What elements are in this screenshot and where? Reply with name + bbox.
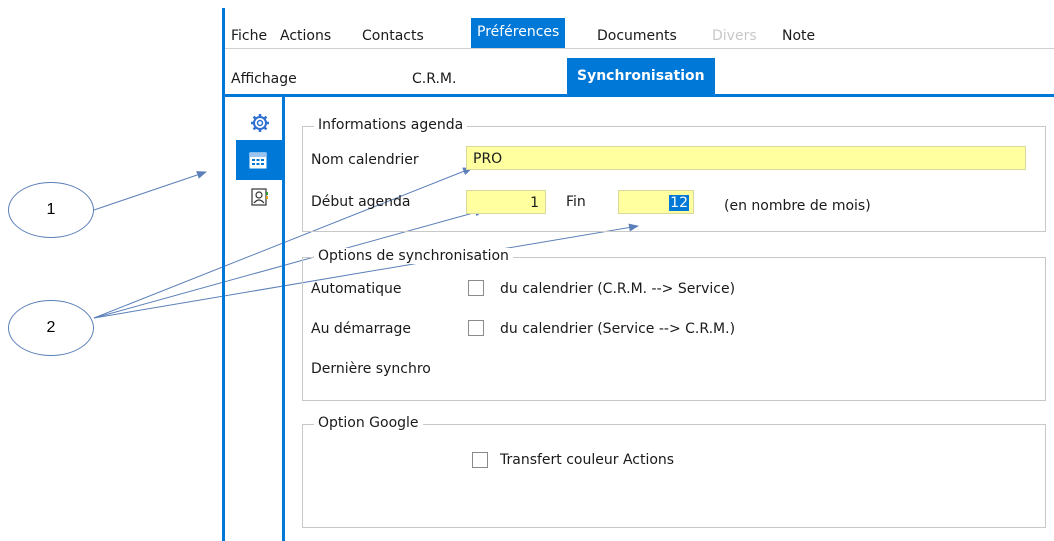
window-left-border — [222, 8, 225, 541]
tab-fiche[interactable]: Fiche — [231, 24, 267, 48]
subtab-synchronisation[interactable]: Synchronisation — [567, 58, 715, 94]
tab-divers: Divers — [712, 28, 757, 44]
startup-sync-option-label: du calendrier (Service --> C.R.M.) — [500, 321, 736, 337]
start-agenda-field[interactable]: 1 — [466, 190, 546, 214]
sidebar-item-settings[interactable] — [247, 110, 273, 136]
months-note: (en nombre de mois) — [724, 198, 871, 214]
last-sync-label: Dernière synchro — [311, 361, 431, 377]
contact-card-icon — [251, 188, 268, 206]
auto-sync-checkbox[interactable] — [468, 280, 484, 296]
arrow-1 — [93, 171, 207, 211]
tab-documents[interactable]: Documents — [597, 24, 677, 48]
startup-label: Au démarrage — [311, 321, 411, 337]
calendar-name-value: PRO — [473, 151, 503, 167]
end-value: 12 — [669, 195, 689, 211]
start-agenda-value: 1 — [530, 195, 539, 211]
tab-actions[interactable]: Actions — [280, 24, 331, 48]
transfer-colors-checkbox[interactable] — [472, 452, 488, 468]
subtab-crm[interactable]: C.R.M. — [412, 66, 456, 92]
agenda-group — [302, 126, 1046, 232]
sidebar-divider — [282, 97, 285, 541]
sync-options-legend: Options de synchronisation — [314, 248, 513, 264]
end-field[interactable]: 12 — [618, 190, 694, 214]
google-option-group — [302, 424, 1046, 528]
tab-note[interactable]: Note — [782, 24, 815, 48]
callout-1: 1 — [8, 182, 94, 238]
subtabs-underline — [225, 94, 1054, 97]
startup-sync-checkbox[interactable] — [468, 320, 484, 336]
subtab-affichage[interactable]: Affichage — [231, 66, 297, 92]
tab-preferences[interactable]: Préférences — [471, 18, 566, 48]
agenda-group-legend: Informations agenda — [314, 117, 468, 133]
transfer-colors-label: Transfert couleur Actions — [500, 452, 675, 468]
google-option-legend: Option Google — [314, 415, 423, 431]
end-label: Fin — [566, 194, 586, 210]
auto-sync-option-label: du calendrier (C.R.M. --> Service) — [500, 281, 736, 297]
sidebar-item-contact[interactable] — [247, 184, 273, 210]
calendar-name-label: Nom calendrier — [311, 152, 419, 168]
tabs-separator — [225, 48, 1054, 49]
callout-2: 2 — [8, 300, 94, 356]
start-agenda-label: Début agenda — [311, 194, 411, 210]
tab-contacts[interactable]: Contacts — [362, 24, 424, 48]
sidebar-calendar-holder — [245, 147, 271, 173]
gear-icon — [251, 114, 269, 132]
auto-label: Automatique — [311, 281, 402, 297]
calendar-name-field[interactable]: PRO — [466, 146, 1026, 170]
calendar-icon — [249, 152, 267, 169]
